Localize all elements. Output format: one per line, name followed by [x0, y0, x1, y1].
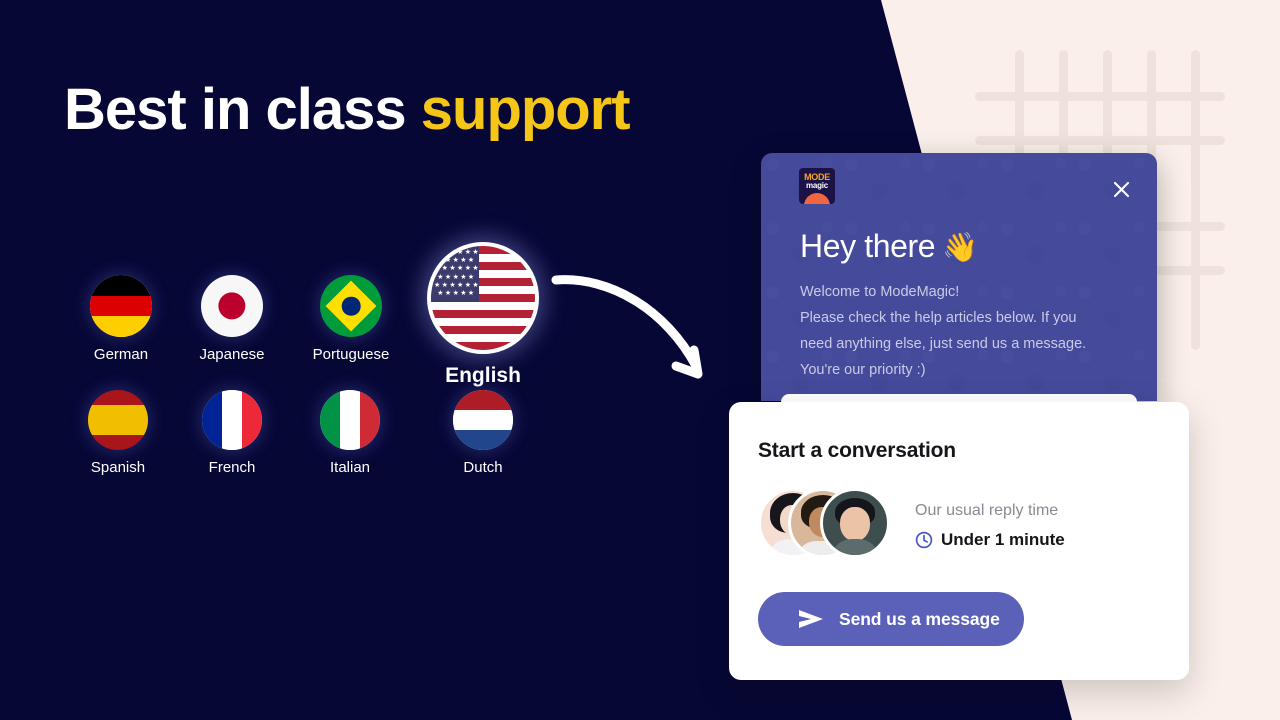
send-button-label: Send us a message	[839, 608, 1000, 629]
chat-greeting: Hey there 👋	[800, 228, 978, 265]
chat-body-line-1: Welcome to ModeMagic!	[800, 284, 960, 300]
language-label: Japanese	[199, 346, 265, 363]
language-label: Spanish	[90, 459, 146, 476]
flag-icon-spanish	[88, 390, 148, 450]
language-item-english[interactable]: ★★★★★★ ★★★★★ ★★★★★★ ★★★★★ ★★★★★★ ★★★★★ Englis…	[422, 242, 544, 388]
logo-blob-shape	[804, 193, 830, 204]
language-label: Dutch	[463, 459, 503, 476]
logo-bottom-text: magic	[805, 181, 829, 190]
start-conversation-card: Start a conversation Our usual reply tim…	[729, 402, 1189, 680]
language-item-spanish[interactable]: Spanish	[57, 390, 179, 476]
language-label: French	[208, 459, 256, 476]
flag-icon-japanese	[201, 275, 263, 337]
avatar	[820, 488, 890, 558]
chat-greeting-text: Hey there	[800, 228, 936, 264]
modemagic-logo-icon: MODE magic	[799, 168, 835, 204]
reply-time-value: Under 1 minute	[941, 530, 1065, 549]
screenshot-stage: Best in class support German Japanese Po…	[0, 0, 1280, 720]
language-item-italian[interactable]: Italian	[289, 390, 411, 476]
language-label: German	[93, 346, 149, 363]
waving-hand-icon: 👋	[942, 232, 978, 264]
flag-icon-italian	[320, 390, 380, 450]
flag-icon-dutch	[453, 390, 513, 450]
language-label: English	[445, 364, 521, 387]
language-item-japanese[interactable]: Japanese	[171, 275, 293, 363]
send-paper-plane-icon	[799, 610, 823, 628]
chat-widget-header-panel: MODE magic Hey there 👋 Welcome to ModeMag…	[761, 153, 1157, 401]
reply-time-label: Our usual reply time	[915, 502, 1059, 519]
language-item-portuguese[interactable]: Portuguese	[290, 275, 412, 363]
flag-icon-english: ★★★★★★ ★★★★★ ★★★★★★ ★★★★★ ★★★★★★ ★★★★★	[427, 242, 539, 354]
agent-avatar-group	[758, 488, 898, 560]
language-label: Portuguese	[312, 346, 390, 363]
language-item-dutch[interactable]: Dutch	[422, 390, 544, 476]
conversation-card-title: Start a conversation	[758, 439, 956, 462]
page-title-main: Best in class	[64, 76, 407, 142]
reply-time-value-row: Under 1 minute	[915, 530, 1065, 550]
chat-body-text: Welcome to ModeMagic! Please check the h…	[800, 279, 1100, 383]
flag-icon-german	[90, 275, 152, 337]
flag-icon-portuguese	[320, 275, 382, 337]
language-label: Italian	[329, 459, 371, 476]
chat-body-line-2: Please check the help articles below. If…	[800, 310, 1087, 378]
language-flag-grid: German Japanese Portuguese ★★★★★★ ★★★★★ …	[57, 242, 580, 500]
language-item-german[interactable]: German	[60, 275, 182, 363]
page-title: Best in class support	[64, 80, 631, 139]
clock-icon	[915, 531, 933, 549]
language-item-french[interactable]: French	[171, 390, 293, 476]
page-title-accent: support	[420, 76, 631, 142]
curved-arrow-icon	[551, 275, 703, 379]
close-icon[interactable]	[1107, 175, 1135, 203]
send-us-a-message-button[interactable]: Send us a message	[758, 592, 1024, 646]
flag-icon-french	[202, 390, 262, 450]
